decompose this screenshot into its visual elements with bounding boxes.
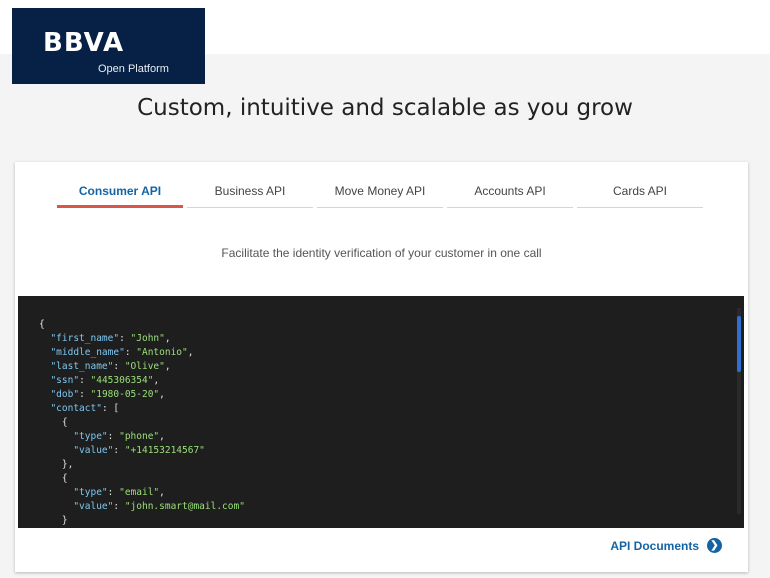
api-description: Facilitate the identity verification of … xyxy=(221,246,542,260)
chevron-right-icon: ❯ xyxy=(707,538,722,553)
page-headline: Custom, intuitive and scalable as you gr… xyxy=(137,95,633,121)
api-showcase-card: Consumer API Business API Move Money API… xyxy=(15,162,748,572)
code-scrollbar-thumb[interactable] xyxy=(737,316,741,372)
tab-accounts-api[interactable]: Accounts API xyxy=(447,182,573,208)
api-tabs: Consumer API Business API Move Money API… xyxy=(57,182,707,208)
api-documents-label: API Documents xyxy=(610,538,699,553)
tab-business-api[interactable]: Business API xyxy=(187,182,313,208)
logo-wordmark: BBVA xyxy=(43,28,125,58)
logo-subtitle: Open Platform xyxy=(98,63,169,75)
bbva-logo[interactable]: BBVA Open Platform xyxy=(12,8,205,84)
tab-cards-api[interactable]: Cards API xyxy=(577,182,703,208)
json-request-body: { "first_name": "John", "middle_name": "… xyxy=(39,319,245,526)
tab-consumer-api[interactable]: Consumer API xyxy=(57,182,183,208)
code-sample[interactable]: { "first_name": "John", "middle_name": "… xyxy=(18,296,744,528)
tab-move-money-api[interactable]: Move Money API xyxy=(317,182,443,208)
api-documents-link[interactable]: API Documents ❯ xyxy=(610,538,722,553)
